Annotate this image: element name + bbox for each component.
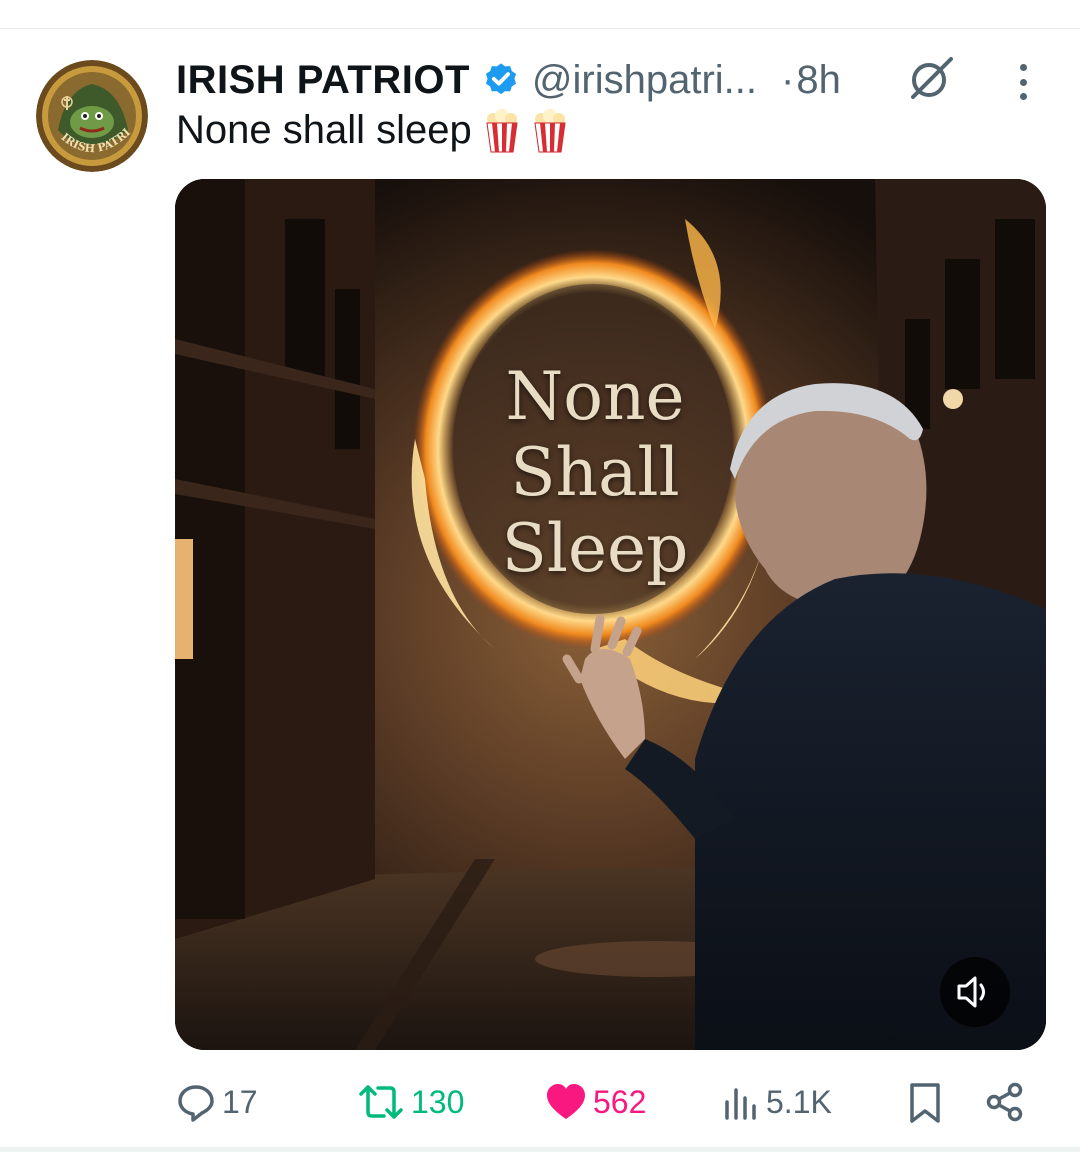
video-overlay-line: None bbox=[505, 358, 685, 435]
views-count: 5.1K bbox=[766, 1083, 832, 1120]
volume-icon[interactable] bbox=[940, 957, 1010, 1027]
verified-badge-icon[interactable] bbox=[482, 61, 520, 99]
views-icon bbox=[722, 1082, 760, 1122]
display-name[interactable]: IRISH PATRIOT bbox=[176, 58, 470, 103]
grok-icon[interactable] bbox=[905, 55, 955, 101]
video-overlay-text: None Shall Sleep bbox=[465, 359, 725, 587]
repost-icon bbox=[357, 1082, 405, 1122]
share-icon bbox=[985, 1082, 1025, 1122]
reply-icon bbox=[176, 1082, 216, 1122]
views-button[interactable]: 5.1K bbox=[722, 1082, 832, 1122]
popcorn-icon bbox=[532, 108, 568, 153]
bookmark-button[interactable] bbox=[907, 1082, 943, 1124]
post-text: None shall sleep bbox=[176, 108, 472, 152]
post-header: IRISH PATRIOT @irishpatri... · 8h bbox=[176, 52, 841, 108]
action-bar: 17 130 562 5.1K bbox=[0, 1078, 1080, 1128]
top-divider bbox=[0, 28, 1080, 29]
separator: · bbox=[781, 57, 795, 102]
popcorn-icon bbox=[484, 108, 520, 153]
reply-button[interactable]: 17 bbox=[176, 1082, 258, 1122]
heart-icon bbox=[545, 1082, 587, 1122]
author-handle[interactable]: @irishpatri... bbox=[532, 58, 757, 103]
repost-button[interactable]: 130 bbox=[357, 1082, 464, 1122]
video-overlay-line: Shall bbox=[510, 434, 680, 511]
avatar[interactable]: IRISH PATRIOT bbox=[36, 60, 148, 172]
post-video[interactable]: None Shall Sleep bbox=[175, 179, 1046, 1050]
share-button[interactable] bbox=[985, 1082, 1025, 1122]
repost-count: 130 bbox=[411, 1083, 465, 1120]
post-time[interactable]: 8h bbox=[796, 58, 841, 103]
bookmark-icon bbox=[907, 1082, 943, 1124]
like-count: 562 bbox=[593, 1083, 647, 1120]
video-overlay-line: Sleep bbox=[501, 510, 689, 587]
like-button[interactable]: 562 bbox=[545, 1082, 646, 1122]
post-text-container: None shall sleep bbox=[176, 108, 568, 153]
reply-count: 17 bbox=[222, 1083, 258, 1120]
more-icon[interactable] bbox=[1005, 62, 1041, 102]
bottom-divider bbox=[0, 1147, 1080, 1152]
